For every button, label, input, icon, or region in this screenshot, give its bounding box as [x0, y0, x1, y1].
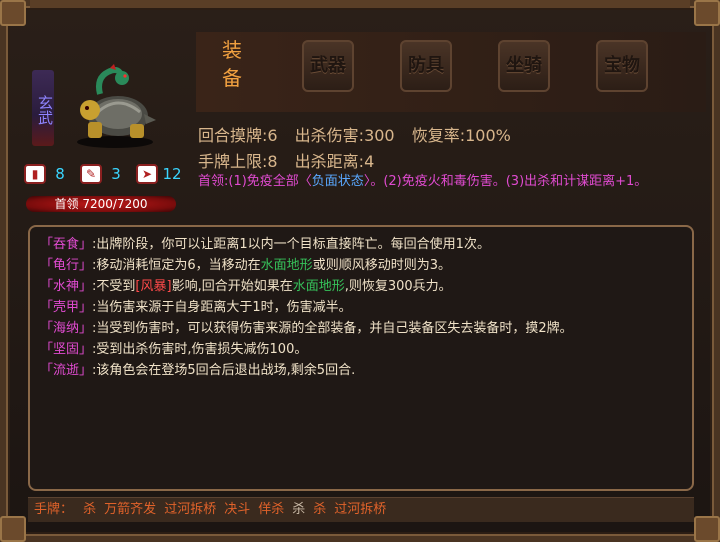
tab-weapon[interactable]: 武器	[302, 40, 354, 92]
draw-per-turn: 回合摸牌:6	[198, 126, 278, 145]
skill-text: :不受到	[92, 279, 136, 294]
kill-damage: 出杀伤害:300	[294, 126, 395, 145]
character-portrait: 玄武	[22, 58, 172, 158]
skill-text: :受到出杀伤害时,伤害损失减伤100。	[92, 342, 308, 357]
stat-value: 3	[111, 165, 121, 183]
skill-name[interactable]: 「坚固」	[40, 342, 92, 357]
skill-row: 「龟行」:移动消耗恒定为6，当移动在水面地形或则顺风移动时则为3。	[40, 254, 451, 273]
corner-ornament	[694, 0, 720, 26]
stat-row: ▮ 8 ✎ 3 ➤ 12	[24, 164, 188, 184]
hand-card[interactable]: 决斗	[224, 502, 250, 517]
hp-bar: 首领 7200/7200	[26, 196, 176, 212]
trait-link[interactable]: 负面状态	[312, 174, 364, 189]
top-bar	[30, 0, 690, 8]
tortoise-creature-icon	[77, 64, 156, 148]
skill-name[interactable]: 「龟行」	[40, 258, 92, 273]
hand-card[interactable]: 佯杀	[258, 502, 284, 517]
hand-bar: 手牌： 杀万箭齐发 过河拆桥 决斗 佯杀杀杀过河拆桥	[28, 497, 694, 522]
skill-row: 「水神」:不受到[风暴]影响,回合开始如果在水面地形,则恢复300兵力。	[40, 275, 452, 294]
boss-trait: 首领:(1)免疫全部〈负面状态〉。(2)免疫火和毒伤害。(3)出杀和计谋距离+1…	[198, 172, 698, 191]
tab-armor[interactable]: 防具	[400, 40, 452, 92]
skill-text: ,则恢复300兵力。	[344, 279, 452, 294]
skill-name[interactable]: 「水神」	[40, 279, 92, 294]
hand-card[interactable]: 过河拆桥	[334, 502, 386, 517]
stat-value: 8	[55, 165, 65, 183]
attack-icon: ✎	[80, 164, 102, 184]
skill-text: :当伤害来源于自身距离大于1时，伤害减半。	[92, 300, 352, 315]
info-row-1: 回合摸牌:6 出杀伤害:300 恢复率:100%	[198, 122, 523, 146]
skill-text: :出牌阶段，你可以让距离1以内一个目标直接阵亡。每回合使用1次。	[92, 237, 490, 252]
trait-text: 首领:(1)免疫全部〈	[198, 174, 312, 189]
hand-card[interactable]: 杀	[292, 502, 305, 517]
corner-ornament	[694, 516, 720, 542]
skill-text: 影响,回合开始如果在	[171, 279, 293, 294]
tab-equipment[interactable]: 装备	[214, 36, 250, 96]
corner-ornament	[0, 0, 26, 26]
info-row-2: 手牌上限:8 出杀距离:4	[198, 148, 386, 172]
hand-card[interactable]: 万箭齐发	[104, 502, 156, 517]
skill-row: 「海纳」:当受到伤害时，可以获得伤害来源的全部装备，并自己装备区失去装备时，摸2…	[40, 317, 573, 336]
hand-card[interactable]: 杀	[83, 502, 96, 517]
stat-value: 12	[162, 165, 182, 183]
tab-treasure[interactable]: 宝物	[596, 40, 648, 92]
skill-text: 或则顺风移动时则为3。	[312, 258, 451, 273]
skill-text: 水面地形	[292, 279, 345, 294]
skill-list: 「吞食」:出牌阶段，你可以让距离1以内一个目标直接阵亡。每回合使用1次。 「龟行」…	[28, 225, 694, 491]
hand-card[interactable]: 过河拆桥	[164, 502, 216, 517]
skill-row: 「壳甲」:当伤害来源于自身距离大于1时，伤害减半。	[40, 296, 352, 315]
speed-icon: ➤	[136, 164, 158, 184]
recovery-rate: 恢复率:100%	[411, 126, 511, 145]
hand-card-icon: ▮	[24, 164, 46, 184]
skill-name[interactable]: 「壳甲」	[40, 300, 92, 315]
tab-mount[interactable]: 坐骑	[498, 40, 550, 92]
trait-text: 〉。(2)免疫火和毒伤害。(3)出杀和计谋距离+1。	[363, 174, 648, 189]
skill-row: 「坚固」:受到出杀伤害时,伤害损失减伤100。	[40, 338, 307, 357]
character-name: 玄武	[32, 70, 54, 146]
hand-label: 手牌：	[34, 502, 74, 517]
skill-name[interactable]: 「海纳」	[40, 321, 92, 336]
kill-range: 出杀距离:4	[294, 152, 375, 171]
skill-text: [风暴]	[135, 279, 172, 294]
skill-name[interactable]: 「流逝」	[40, 363, 92, 378]
skill-row: 「吞食」:出牌阶段，你可以让距离1以内一个目标直接阵亡。每回合使用1次。	[40, 233, 490, 252]
skill-name[interactable]: 「吞食」	[40, 237, 92, 252]
skill-text: :该角色会在登场5回合后退出战场,剩余5回合.	[92, 363, 356, 378]
corner-ornament	[0, 516, 26, 542]
skill-text: :当受到伤害时，可以获得伤害来源的全部装备，并自己装备区失去装备时，摸2牌。	[92, 321, 573, 336]
hand-card[interactable]: 杀	[313, 502, 326, 517]
hand-limit: 手牌上限:8	[198, 152, 278, 171]
skill-row: 「流逝」:该角色会在登场5回合后退出战场,剩余5回合.	[40, 359, 355, 378]
skill-text: 水面地形	[260, 258, 313, 273]
skill-text: :移动消耗恒定为6，当移动在	[92, 258, 261, 273]
